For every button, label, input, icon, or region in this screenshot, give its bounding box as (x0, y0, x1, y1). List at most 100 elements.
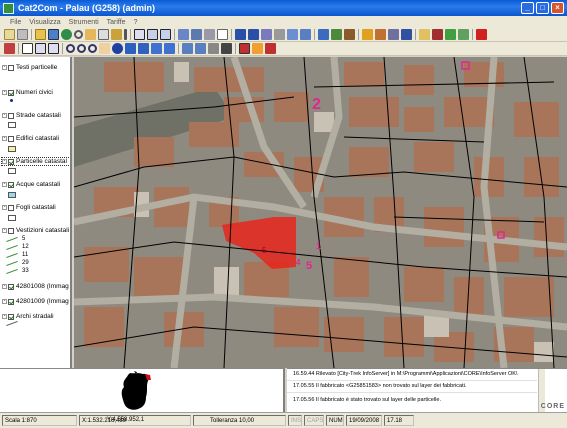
map-icon[interactable] (458, 29, 469, 40)
menu-help[interactable]: ? (134, 19, 138, 26)
pan-icon[interactable] (85, 29, 96, 40)
aerial-map[interactable]: 2 1 5 4 5 (74, 57, 567, 368)
zoom-out-icon[interactable] (77, 44, 86, 53)
layer-checkbox[interactable] (8, 204, 14, 211)
report-icon[interactable] (388, 29, 399, 40)
print-icon[interactable] (17, 29, 28, 40)
layer-checkbox[interactable] (8, 64, 14, 71)
zoom-layer-icon[interactable] (164, 43, 175, 54)
select-cross-icon[interactable] (252, 43, 263, 54)
draw-icon[interactable] (318, 29, 329, 40)
select-rect-icon[interactable] (134, 29, 145, 40)
bookmark-icon[interactable] (208, 43, 219, 54)
layer-strade-catastali[interactable]: - Strade catastali (2, 112, 70, 119)
measure-icon[interactable] (111, 29, 122, 40)
layer-checkbox[interactable] (8, 283, 14, 290)
layer-checkbox[interactable] (8, 112, 14, 119)
layer-acque-catastali[interactable]: - Acque catastali (2, 181, 70, 188)
layer-testi-particelle[interactable]: - Testi particelle (2, 64, 70, 71)
message-log[interactable]: 16.59.44 Rilevato [City-Trek InfoServer]… (287, 368, 567, 412)
refresh-icon[interactable] (138, 43, 149, 54)
legend-item: 5 (6, 236, 25, 242)
attach-icon[interactable] (274, 29, 285, 40)
hand-icon[interactable] (99, 43, 110, 54)
map-label-parcel: 5 (262, 246, 267, 255)
query-icon[interactable] (125, 43, 136, 54)
menu-visualizza[interactable]: Visualizza (29, 19, 60, 26)
legend-item: 11 (6, 252, 28, 258)
menu-tariffe[interactable]: Tariffe (107, 19, 126, 26)
redo-icon[interactable] (248, 29, 259, 40)
globe-icon[interactable] (61, 29, 72, 40)
overview-map[interactable] (0, 368, 285, 412)
erase-icon[interactable] (4, 43, 15, 54)
core-logo: CORE (540, 403, 565, 410)
layer-checkbox[interactable] (8, 158, 14, 165)
chart-icon[interactable] (375, 29, 386, 40)
next-view-icon[interactable] (195, 43, 206, 54)
layer-checkbox[interactable] (8, 89, 14, 96)
log-entry: 17.05.55 Il fabbricato <G25851583> non t… (293, 383, 467, 389)
flag-icon[interactable] (445, 29, 456, 40)
scale-icon[interactable] (98, 29, 109, 40)
layer-checkbox[interactable] (8, 181, 14, 188)
table-icon[interactable] (191, 29, 202, 40)
measure-dist-icon[interactable] (221, 43, 232, 54)
layer-archi-stradali[interactable]: - Archi stradali (2, 313, 70, 320)
image-icon[interactable] (287, 29, 298, 40)
pen-icon[interactable] (124, 29, 127, 40)
close-button[interactable]: × (551, 2, 564, 14)
line-icon[interactable] (331, 29, 342, 40)
layer-image-42801009[interactable]: - 42801009 (Immag (2, 298, 70, 305)
identify-icon[interactable] (112, 43, 123, 54)
maximize-button[interactable]: □ (536, 2, 549, 14)
map-view[interactable]: 2 1 5 4 5 (74, 57, 567, 368)
select-red-icon[interactable] (239, 43, 250, 54)
minimize-button[interactable]: _ (521, 2, 534, 14)
layer-numeri-civici[interactable]: - Numeri civici (2, 89, 70, 96)
menu-strumenti[interactable]: Strumenti (69, 19, 99, 26)
layer-checkbox[interactable] (8, 313, 14, 320)
select-grid-icon[interactable] (147, 29, 158, 40)
pointer-icon[interactable] (22, 43, 33, 54)
layer-vestizioni-catastali[interactable]: - Vestizioni catastali (2, 227, 70, 234)
layer-label: Particelle catastal (16, 158, 67, 165)
search-icon[interactable] (74, 30, 83, 39)
layer-checkbox[interactable] (8, 298, 14, 305)
grid-icon[interactable] (178, 29, 189, 40)
folder-icon[interactable] (419, 29, 430, 40)
book-icon[interactable] (432, 29, 443, 40)
delete-icon[interactable] (476, 29, 487, 40)
map-label-1: 1 (316, 241, 321, 251)
layer-icon[interactable] (48, 29, 59, 40)
map-label-5: 5 (306, 260, 312, 272)
layer-checkbox[interactable] (8, 135, 14, 142)
open-icon[interactable] (35, 29, 46, 40)
previous-view-icon[interactable] (182, 43, 193, 54)
menu-file[interactable]: File (10, 19, 21, 26)
parcels-swatch (8, 168, 16, 174)
select-fence-icon[interactable] (48, 43, 59, 54)
select-table-icon[interactable] (35, 43, 46, 54)
status-bar: Scala 1:870 X:1.532.216,489 Y:4.558.952,… (0, 412, 567, 428)
edit-icon[interactable] (261, 29, 272, 40)
undo-icon[interactable] (235, 29, 246, 40)
select-poly-icon[interactable] (160, 29, 171, 40)
layer-fogli-catastali[interactable]: - Fogli catastali (2, 204, 70, 211)
doc-icon[interactable] (217, 29, 228, 40)
layers-icon[interactable] (300, 29, 311, 40)
zoom-window-icon[interactable] (88, 44, 97, 53)
palette-icon[interactable] (362, 29, 373, 40)
area-icon[interactable] (344, 29, 355, 40)
select-back-icon[interactable] (265, 43, 276, 54)
info-icon[interactable] (401, 29, 412, 40)
layer-checkbox[interactable] (8, 227, 14, 234)
layer-particelle-catastali[interactable]: - Particelle catastal (1, 157, 70, 166)
new-icon[interactable] (4, 29, 15, 40)
layer-edifici-catastali[interactable]: - Edifici catastali (2, 135, 70, 142)
calc-icon[interactable] (204, 29, 215, 40)
sardinia-overview[interactable] (0, 369, 285, 412)
zoom-in-icon[interactable] (66, 44, 75, 53)
layer-image-42801008[interactable]: - 42801008 (Immag (2, 283, 70, 290)
zoom-extent-icon[interactable] (151, 43, 162, 54)
